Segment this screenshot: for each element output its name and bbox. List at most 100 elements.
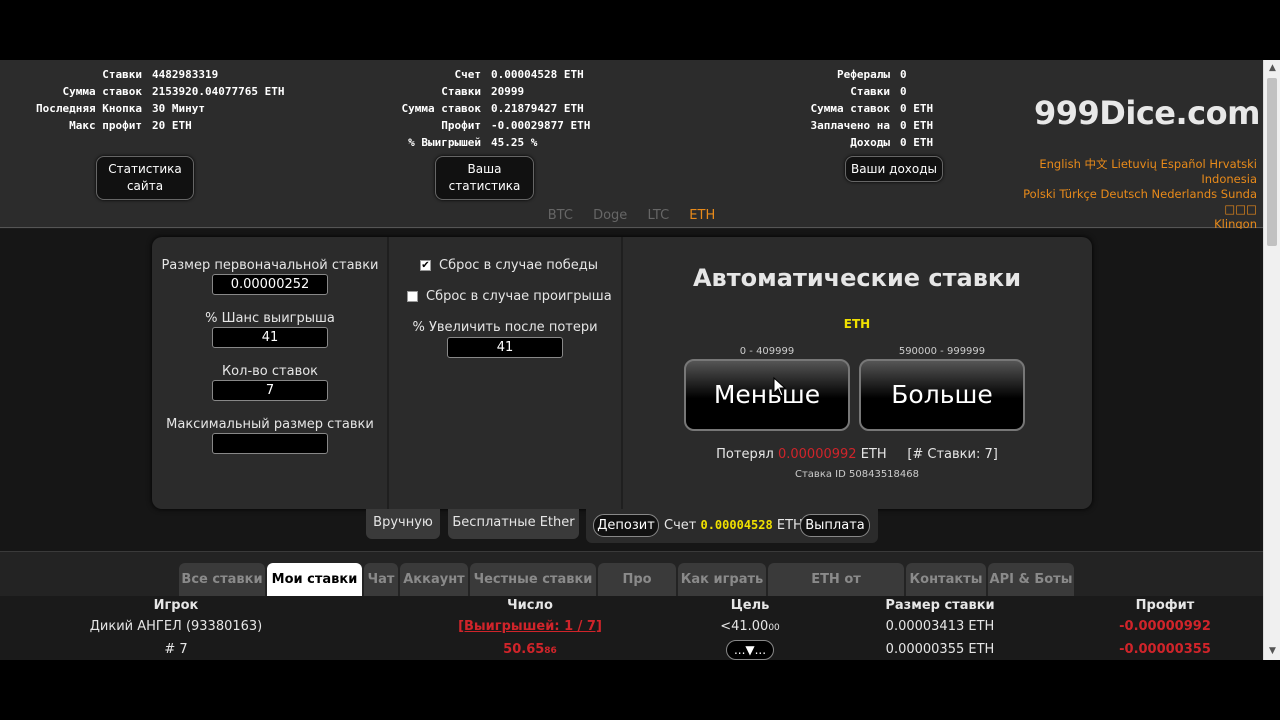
header: Ставки 4482983319 Сумма ставок 2153920.040… <box>0 60 1263 231</box>
stat-value: 2153920.04077765 ETH <box>152 85 285 98</box>
deposit-button[interactable]: Депозит <box>593 514 659 537</box>
vertical-scrollbar[interactable]: ▲ ▼ <box>1263 60 1280 660</box>
tab-my-bets[interactable]: Мои ставки <box>267 563 362 597</box>
bets-table: Игрок Число Цель Размер ставки Профит Ди… <box>0 596 1263 660</box>
column-header-profit: Профит <box>1135 598 1195 613</box>
site-logo[interactable]: 999Dice.com <box>1034 94 1260 132</box>
max-bet-input[interactable] <box>212 433 328 454</box>
coin-tabs: BTC Doge LTC ETH <box>0 208 1263 223</box>
reset-on-loss-checkbox[interactable]: Сброс в случае проигрыша <box>407 289 612 304</box>
stat-label: Профит <box>441 119 481 132</box>
row-number-value: 50.65 <box>503 642 545 657</box>
stat-value: 0.21879427 ETH <box>491 102 584 115</box>
row-number: 50.6586 <box>380 642 680 657</box>
your-stats-button[interactable]: Ваша статистика <box>435 156 534 200</box>
tab-about[interactable]: Про 99,9% <box>598 563 676 621</box>
stat-label: Доходы <box>850 136 890 149</box>
site-stats-button[interactable]: Статистика сайта <box>96 156 194 200</box>
site-stats-button-line1: Статистика <box>108 162 182 176</box>
language-links-line1[interactable]: English 中文 Lietuvių Español Hrvatski Ind… <box>1000 157 1257 187</box>
site-stats-button-line2: сайта <box>126 179 164 193</box>
lost-amount: 0.00000992 <box>777 447 857 462</box>
num-bets-label: Кол-во ставок <box>221 364 319 379</box>
checkbox-checked-icon[interactable]: ✔ <box>420 260 431 271</box>
increase-on-loss-input[interactable]: 41 <box>447 337 563 358</box>
row-profit: -0.00000355 <box>1119 642 1211 657</box>
withdraw-button[interactable]: Выплата <box>800 514 870 537</box>
your-stats-button-line1: Ваша <box>467 162 502 176</box>
column-header-number: Число <box>507 598 553 613</box>
auto-bet-panel: Размер первоначальной ставки 0.00000252 … <box>152 237 1092 509</box>
account-currency: ETH <box>776 518 803 533</box>
stat-label: Ставки <box>102 68 142 81</box>
mouse-cursor-icon <box>773 376 787 397</box>
manual-mode-button[interactable]: Вручную <box>366 509 440 539</box>
scroll-down-icon[interactable]: ▼ <box>1264 643 1280 660</box>
high-range: 590000 - 999999 <box>898 346 986 357</box>
coin-tab-btc[interactable]: BTC <box>548 208 573 223</box>
tab-account[interactable]: Аккаунт <box>400 563 468 597</box>
base-bet-label: Размер первоначальной ставки <box>161 258 379 273</box>
checkbox-unchecked-icon[interactable] <box>407 291 418 302</box>
tab-api-bots[interactable]: API & Боты <box>988 563 1074 597</box>
stat-label: Ставки <box>441 85 481 98</box>
coin-tab-doge[interactable]: Doge <box>593 208 627 223</box>
free-ether-button[interactable]: Бесплатные Ether <box>448 509 579 539</box>
stat-value: 0 <box>900 85 907 98</box>
coin-tab-eth[interactable]: ETH <box>689 208 715 223</box>
low-range: 0 - 409999 <box>739 346 795 357</box>
bet-high-button[interactable]: Больше <box>859 359 1025 431</box>
row-player: # 7 <box>164 642 188 657</box>
bet-id[interactable]: Ставка ID 50843518468 <box>622 469 1092 480</box>
bet-low-button[interactable]: Меньше <box>684 359 850 431</box>
stat-label: Счет <box>454 68 482 81</box>
row-player[interactable]: Дикий АНГЕЛ (93380163) <box>26 619 326 634</box>
coin-tab-ltc[interactable]: LTC <box>647 208 669 223</box>
stat-label: Последняя Кнопка <box>36 102 142 115</box>
row-number[interactable]: [Выигрышей: 1 / 7] <box>380 619 680 634</box>
auto-bet-title: Автоматические ставки <box>692 264 1022 292</box>
referral-stats: Рефералы 0 Ставки 0 Сумма ставок 0 ETH Запл… <box>790 66 934 151</box>
reset-on-win-label: Сброс в случае победы <box>439 258 599 273</box>
num-bets-input[interactable]: 7 <box>212 380 328 401</box>
account-balance: Счет 0.00004528 ETH <box>664 518 803 533</box>
tab-chat[interactable]: Чат <box>364 563 398 597</box>
tab-referrals[interactable]: ETH от рефералов <box>768 563 904 621</box>
stat-label: Ставки <box>850 85 890 98</box>
your-earnings-button[interactable]: Ваши доходы <box>845 156 943 182</box>
stat-label: Заплачено на <box>810 119 890 132</box>
stat-value: 0 <box>900 68 907 81</box>
stat-value: 30 Минут <box>152 102 205 115</box>
expand-dropdown-button[interactable]: ...▼... <box>726 640 774 660</box>
row-bet: 0.00000355 ETH <box>885 642 995 657</box>
scrollbar-thumb[interactable] <box>1267 78 1277 246</box>
reset-on-loss-label: Сброс в случае проигрыша <box>426 289 612 304</box>
bets-count: [# Ставки: 7] <box>907 447 998 462</box>
tab-all-bets[interactable]: Все ставки <box>179 563 265 597</box>
stat-value: 20999 <box>491 85 525 98</box>
stat-label: Сумма ставок <box>62 85 142 98</box>
scroll-up-icon[interactable]: ▲ <box>1264 60 1280 77</box>
row-target-small: 00 <box>768 623 780 633</box>
stat-value: 20 ETH <box>152 119 192 132</box>
stat-label: Сумма ставок <box>810 102 890 115</box>
max-bet-label: Максимальный размер ставки <box>166 417 374 432</box>
user-stats: Счет 0.00004528 ETH Ставки 20999 Сумма ста… <box>380 66 591 151</box>
increase-on-loss-label: % Увеличить после потери <box>412 320 598 335</box>
column-header-player: Игрок <box>153 598 199 613</box>
reset-on-win-checkbox[interactable]: ✔ Сброс в случае победы <box>420 258 598 273</box>
account-label: Счет <box>664 518 697 533</box>
tab-fair-bets[interactable]: Честные ставки <box>470 563 596 597</box>
base-bet-input[interactable]: 0.00000252 <box>212 274 328 295</box>
tab-contacts[interactable]: Контакты <box>906 563 986 597</box>
stat-value: 0 ETH <box>900 119 934 132</box>
account-bar: Депозит Счет 0.00004528 ETH Выплата <box>586 509 878 543</box>
lost-currency: ETH <box>860 447 887 462</box>
stat-value: -0.00029877 ETH <box>491 119 591 132</box>
tab-how-to-play[interactable]: Как играть <box>678 563 766 597</box>
stat-label: Сумма ставок <box>401 102 481 115</box>
win-chance-label: % Шанс выигрыша <box>205 311 335 326</box>
win-chance-input[interactable]: 41 <box>212 327 328 348</box>
stat-label: % Выигрышей <box>408 136 481 149</box>
lost-prefix: Потерял <box>716 447 774 462</box>
